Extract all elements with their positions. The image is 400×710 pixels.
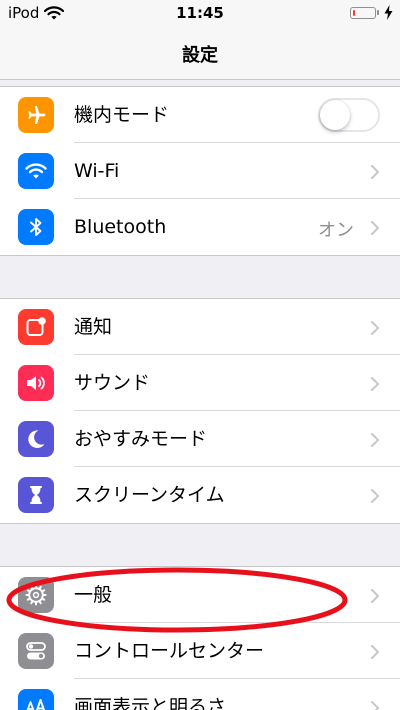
chevron-right-icon — [371, 377, 379, 391]
moon-icon — [18, 421, 54, 457]
chevron-right-icon — [371, 321, 379, 335]
battery-cap — [377, 10, 379, 15]
settings-row-sounds[interactable]: サウンド — [0, 355, 400, 411]
row-label: おやすみモード — [74, 428, 208, 450]
switches-icon — [18, 633, 54, 669]
settings-row-do-not-disturb[interactable]: おやすみモード — [0, 411, 400, 467]
row-label: スクリーンタイム — [74, 484, 225, 506]
settings-row-screen-time[interactable]: スクリーンタイム — [0, 467, 400, 523]
charging-bolt-icon — [384, 5, 393, 20]
airplane-mode-toggle[interactable] — [318, 98, 380, 132]
settings-group-connectivity: 機内モード Wi-Fi Bluetooth オン — [0, 86, 400, 256]
chevron-right-icon — [371, 701, 379, 710]
chevron-right-icon — [371, 221, 379, 235]
toggle-knob — [320, 100, 350, 130]
wifi-icon — [18, 153, 54, 189]
text-size-icon — [18, 689, 54, 710]
notifications-icon — [18, 309, 54, 345]
settings-row-wifi[interactable]: Wi-Fi — [0, 143, 400, 199]
chevron-right-icon — [371, 645, 379, 659]
chevron-right-icon — [371, 165, 379, 179]
settings-group-general: 一般 コントロールセンター 画面表示と明るさ — [0, 566, 400, 710]
settings-row-airplane-mode[interactable]: 機内モード — [0, 87, 400, 143]
airplane-icon — [18, 97, 54, 133]
settings-row-control-center[interactable]: コントロールセンター — [0, 623, 400, 679]
battery-level — [352, 9, 355, 16]
row-label: 通知 — [74, 316, 113, 338]
navigation-bar: 設定 — [0, 28, 400, 80]
row-label: 機内モード — [74, 104, 170, 126]
bluetooth-status-value: オン — [318, 220, 354, 241]
settings-group-notifications: 通知 サウンド おやすみモード スクリーンタイム — [0, 298, 400, 524]
status-time: 11:45 — [176, 4, 224, 22]
settings-row-notifications[interactable]: 通知 — [0, 299, 400, 355]
status-bar: iPod 11:45 — [0, 0, 400, 28]
chevron-right-icon — [371, 433, 379, 447]
settings-row-bluetooth[interactable]: Bluetooth オン — [0, 199, 400, 255]
row-label: 画面表示と明るさ — [74, 696, 227, 710]
row-label: 一般 — [74, 584, 113, 606]
settings-row-general[interactable]: 一般 — [0, 567, 400, 623]
row-label: Bluetooth — [74, 216, 167, 238]
page-title: 設定 — [182, 45, 218, 66]
chevron-right-icon — [371, 589, 379, 603]
bluetooth-icon — [18, 209, 54, 245]
chevron-right-icon — [371, 489, 379, 503]
settings-row-display-brightness[interactable]: 画面表示と明るさ — [0, 679, 400, 710]
row-label: Wi-Fi — [74, 160, 120, 182]
hourglass-icon — [18, 477, 54, 513]
row-label: コントロールセンター — [74, 640, 265, 662]
speaker-icon — [18, 365, 54, 401]
gear-icon — [18, 577, 54, 613]
settings-screen: iPod 11:45 設定 機内モード Wi-Fi Bluetooth オン 通… — [0, 0, 400, 710]
battery-icon — [350, 7, 376, 19]
row-label: サウンド — [74, 372, 151, 394]
